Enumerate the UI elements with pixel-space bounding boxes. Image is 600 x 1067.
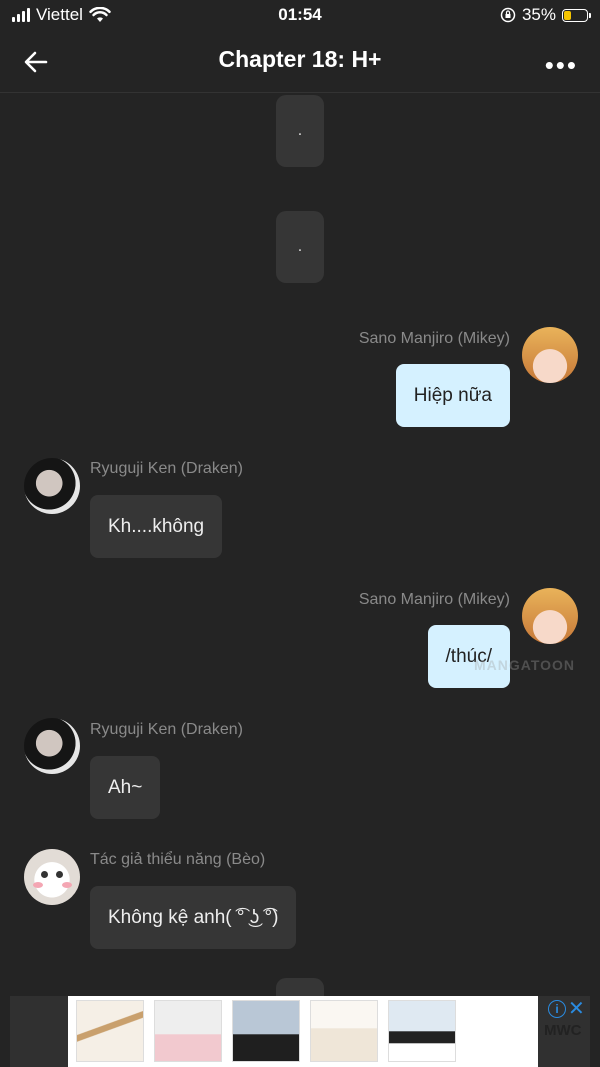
ad-product-image[interactable]	[154, 1000, 222, 1062]
status-bar: Viettel 01:54 35%	[0, 0, 600, 32]
dot-text: .	[297, 238, 303, 255]
message-text: Ah~	[108, 776, 143, 798]
battery-percent: 35%	[521, 5, 556, 24]
orientation-lock-icon	[500, 7, 516, 23]
dot-bubble: .	[276, 211, 324, 283]
dot-text: .	[297, 122, 303, 139]
battery-icon	[562, 8, 591, 22]
dot-bubble: .	[276, 95, 324, 167]
message-text: Không kệ anh( ͡° ͜ʖ ͡°)	[108, 906, 279, 928]
sender-name: Ryuguji Ken (Draken)	[90, 460, 243, 477]
avatar-mikey[interactable]	[522, 327, 578, 383]
ad-close-icon[interactable]: ✕	[568, 996, 585, 1021]
message-bubble-incoming: Không kệ anh( ͡° ͜ʖ ͡°)	[90, 886, 297, 949]
ad-product-image[interactable]	[310, 1000, 378, 1062]
avatar-mikey[interactable]	[522, 588, 578, 644]
sender-name: Sano Manjiro (Mikey)	[358, 330, 510, 347]
ad-banner[interactable]: MWC i ✕	[10, 996, 590, 1067]
ad-brand-logo[interactable]: MWC	[544, 1022, 582, 1039]
ad-info-icon[interactable]: i	[548, 1000, 566, 1018]
ad-product-image[interactable]	[232, 1000, 300, 1062]
status-right: 35%	[500, 5, 591, 25]
avatar-draken[interactable]	[24, 718, 80, 774]
ad-product-image[interactable]	[388, 1000, 456, 1062]
message-bubble-outgoing: Hiệp nữa	[395, 364, 510, 427]
sender-name: Sano Manjiro (Mikey)	[358, 591, 510, 608]
avatar-beo[interactable]	[24, 849, 80, 905]
watermark: MANGATOON	[474, 657, 576, 673]
message-text: Kh....không	[108, 515, 205, 537]
sender-name: Tác giả thiểu năng (Bèo)	[90, 851, 266, 868]
avatar-draken[interactable]	[24, 458, 80, 514]
nav-bar: Chapter 18: H+ •••	[0, 32, 600, 93]
message-bubble-incoming: Kh....không	[90, 495, 223, 558]
message-text: Hiệp nữa	[413, 384, 492, 406]
sender-name: Ryuguji Ken (Draken)	[90, 721, 243, 738]
more-options-icon[interactable]: •••	[545, 50, 578, 81]
ad-product-image[interactable]	[76, 1000, 144, 1062]
message-bubble-incoming: Ah~	[90, 756, 161, 819]
ad-content[interactable]: MWC i ✕	[68, 996, 585, 1067]
chapter-title: Chapter 18: H+	[218, 46, 382, 72]
